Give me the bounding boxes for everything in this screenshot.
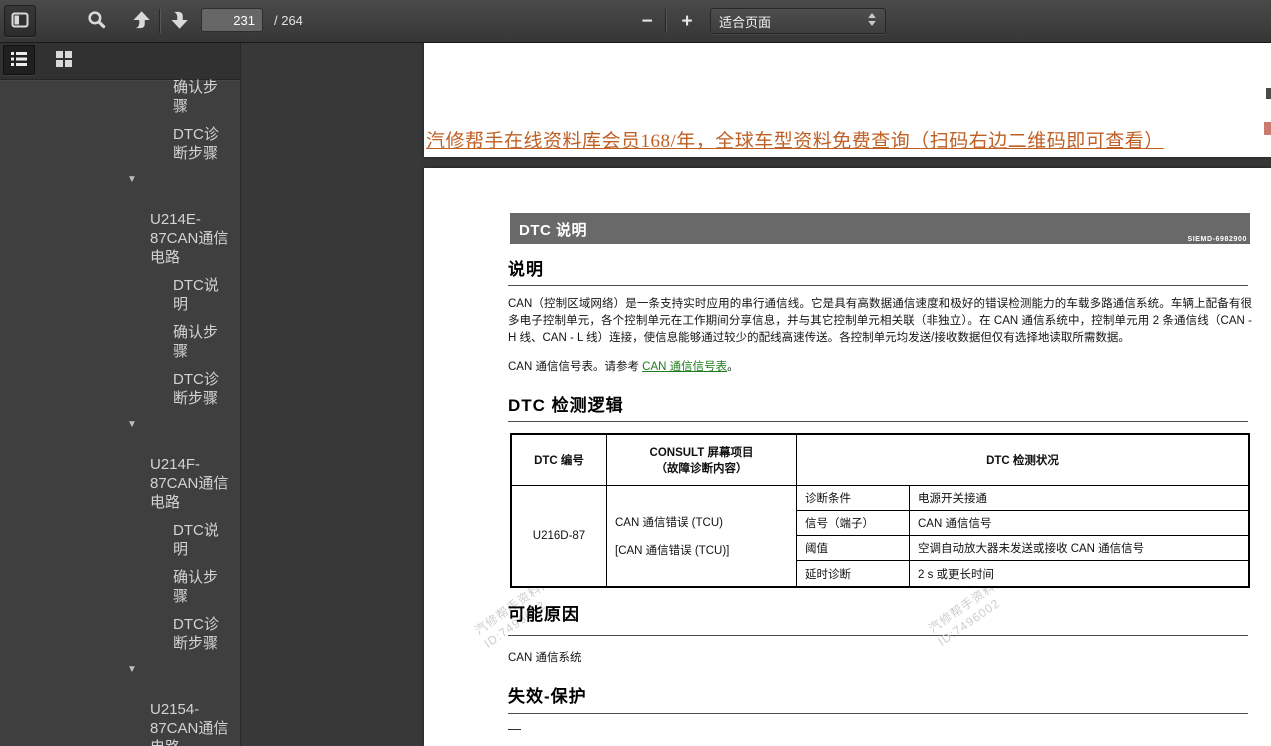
- section-bar-dtc-description: DTC 说明 SIEMD-6982900: [510, 213, 1250, 244]
- outline-view-button[interactable]: [3, 45, 35, 75]
- outline-list-icon: [10, 51, 28, 70]
- outline-item[interactable]: DTC说 明: [173, 276, 240, 314]
- table-row-label: 阈值: [797, 536, 910, 561]
- sidebar-header: [0, 42, 240, 80]
- arrow-up-icon: [131, 10, 151, 33]
- table-header-dtc-number: DTC 编号: [512, 435, 607, 486]
- minus-icon: −: [641, 12, 652, 31]
- pdf-page-previous: 汽修帮手在线资料库会员168/年，全球车型资料免费查询（扫码右边二维码即可查看）: [424, 42, 1271, 157]
- zoom-out-button[interactable]: −: [636, 10, 658, 32]
- plus-icon: +: [681, 12, 692, 31]
- arrow-down-icon: [169, 10, 189, 33]
- outline-item[interactable]: ▼ U214F- 87CAN通信 电路: [150, 417, 240, 512]
- toolbar-separator: [159, 9, 160, 33]
- next-page-button[interactable]: [167, 10, 191, 32]
- collapse-toggle-icon[interactable]: ▼: [127, 665, 137, 675]
- heading-divider: [508, 285, 1248, 286]
- table-cell-consult-item: CAN 通信错误 (TCU) [CAN 通信错误 (TCU)]: [607, 486, 797, 586]
- outline-item[interactable]: 确认步 骤: [173, 568, 240, 606]
- table-header-line: CONSULT 屏幕项目: [650, 444, 754, 460]
- outline-item[interactable]: DTC诊 断步骤: [173, 370, 240, 408]
- can-signal-table-link[interactable]: CAN 通信信号表: [642, 361, 727, 373]
- pdf-page-current: 汽修帮手资料库 ID:7496002 汽修帮手资料库 ID:7496002 DT…: [424, 168, 1271, 746]
- collapse-toggle-icon[interactable]: ▼: [127, 420, 137, 430]
- thumbnails-grid-icon: [56, 51, 72, 70]
- pdf-viewer: / 264 − + 适合页面: [0, 0, 1271, 746]
- table-row-label: 诊断条件: [797, 486, 910, 511]
- page-number-input[interactable]: [201, 8, 263, 32]
- table-row-value: CAN 通信信号: [910, 511, 1248, 536]
- select-arrows-icon: [867, 12, 877, 30]
- thumbnails-view-button[interactable]: [48, 45, 80, 75]
- sidebar: 确认步 骤 DTC诊 断步骤 ▼ U214E- 87CAN通信 电路 DTC说 …: [0, 42, 240, 746]
- signal-ref-suffix: 。: [727, 361, 739, 373]
- table-row-value: 电源开关接通: [910, 486, 1248, 511]
- outline-item[interactable]: DTC诊 断步骤: [173, 125, 240, 163]
- signal-table-reference: CAN 通信信号表。请参考 CAN 通信信号表。: [508, 358, 739, 374]
- table-row-value: 空调自动放大器未发送或接收 CAN 通信信号: [910, 536, 1248, 561]
- table-row-label: 延时诊断: [797, 561, 910, 586]
- table-row-value: 2 s 或更长时间: [910, 561, 1248, 586]
- outline-item-label: U214E- 87CAN通信 电路: [150, 211, 228, 266]
- zoom-in-button[interactable]: +: [676, 10, 698, 32]
- sidebar-toggle-button[interactable]: [4, 5, 36, 37]
- vendor-banner-text: 汽修帮手在线资料库会员168/年，全球车型资料免费查询（扫码右边二维码即可查看）: [426, 126, 1164, 153]
- table-header-line: （故障诊断内容）: [656, 460, 748, 476]
- outline-item[interactable]: 确认步 骤: [173, 78, 240, 116]
- outline-item-label: U2154- 87CAN通信 电路: [150, 701, 228, 746]
- outline-item[interactable]: ▼ U2154- 87CAN通信 电路: [150, 662, 240, 746]
- collapse-toggle-icon[interactable]: ▼: [127, 175, 137, 185]
- consult-item-line: [CAN 通信错误 (TCU)]: [615, 542, 729, 558]
- dtc-detection-table: DTC 编号 CONSULT 屏幕项目 （故障诊断内容） DTC 检测状况 U2…: [510, 433, 1250, 588]
- heading-fail-safe: 失效-保护: [508, 682, 587, 707]
- fail-safe-text: —: [508, 721, 521, 736]
- heading-divider: [508, 713, 1248, 714]
- table-header-consult-item: CONSULT 屏幕项目 （故障诊断内容）: [607, 435, 797, 486]
- table-cell-dtc-code: U216D-87: [512, 486, 607, 586]
- page-edge-fragment: [1264, 122, 1271, 135]
- heading-dtc-detection-logic: DTC 检测逻辑: [508, 391, 624, 416]
- document-code: SIEMD-6982900: [1187, 236, 1247, 243]
- signal-ref-prefix: CAN 通信信号表。请参考: [508, 361, 642, 373]
- sidebar-resize-border[interactable]: [240, 42, 241, 746]
- zoom-level-value: 适合页面: [719, 12, 867, 31]
- heading-divider: [508, 421, 1248, 422]
- page-count-label: / 264: [274, 13, 303, 28]
- outline-item[interactable]: DTC说 明: [173, 521, 240, 559]
- heading-description: 说明: [508, 255, 544, 280]
- outline-item-label: U214F- 87CAN通信 电路: [150, 456, 228, 511]
- outline-item[interactable]: 确认步 骤: [173, 323, 240, 361]
- possible-cause-text: CAN 通信系统: [508, 649, 581, 665]
- table-row-label: 信号（端子）: [797, 511, 910, 536]
- table-header-dtc-condition: DTC 检测状况: [797, 435, 1248, 486]
- zoom-level-select[interactable]: 适合页面: [710, 8, 886, 34]
- document-outline: 确认步 骤 DTC诊 断步骤 ▼ U214E- 87CAN通信 电路 DTC说 …: [0, 78, 240, 746]
- outline-item[interactable]: ▼ U214E- 87CAN通信 电路: [150, 172, 240, 267]
- search-icon: [87, 10, 106, 32]
- previous-page-button[interactable]: [129, 10, 153, 32]
- page-edge-fragment: [1266, 88, 1271, 99]
- heading-possible-cause: 可能原因: [508, 600, 580, 625]
- toolbar: / 264 − + 适合页面: [0, 0, 1271, 43]
- description-paragraph: CAN（控制区域网络）是一条支持实时应用的串行通信线。它是具有高数据通信速度和极…: [508, 296, 1252, 347]
- outline-item[interactable]: DTC诊 断步骤: [173, 615, 240, 653]
- search-button[interactable]: [85, 11, 107, 31]
- toolbar-separator: [665, 9, 666, 33]
- heading-divider: [508, 635, 1248, 636]
- section-bar-title: DTC 说明: [519, 219, 587, 240]
- consult-item-line: CAN 通信错误 (TCU): [615, 514, 723, 530]
- sidebar-toggle-icon: [11, 12, 29, 31]
